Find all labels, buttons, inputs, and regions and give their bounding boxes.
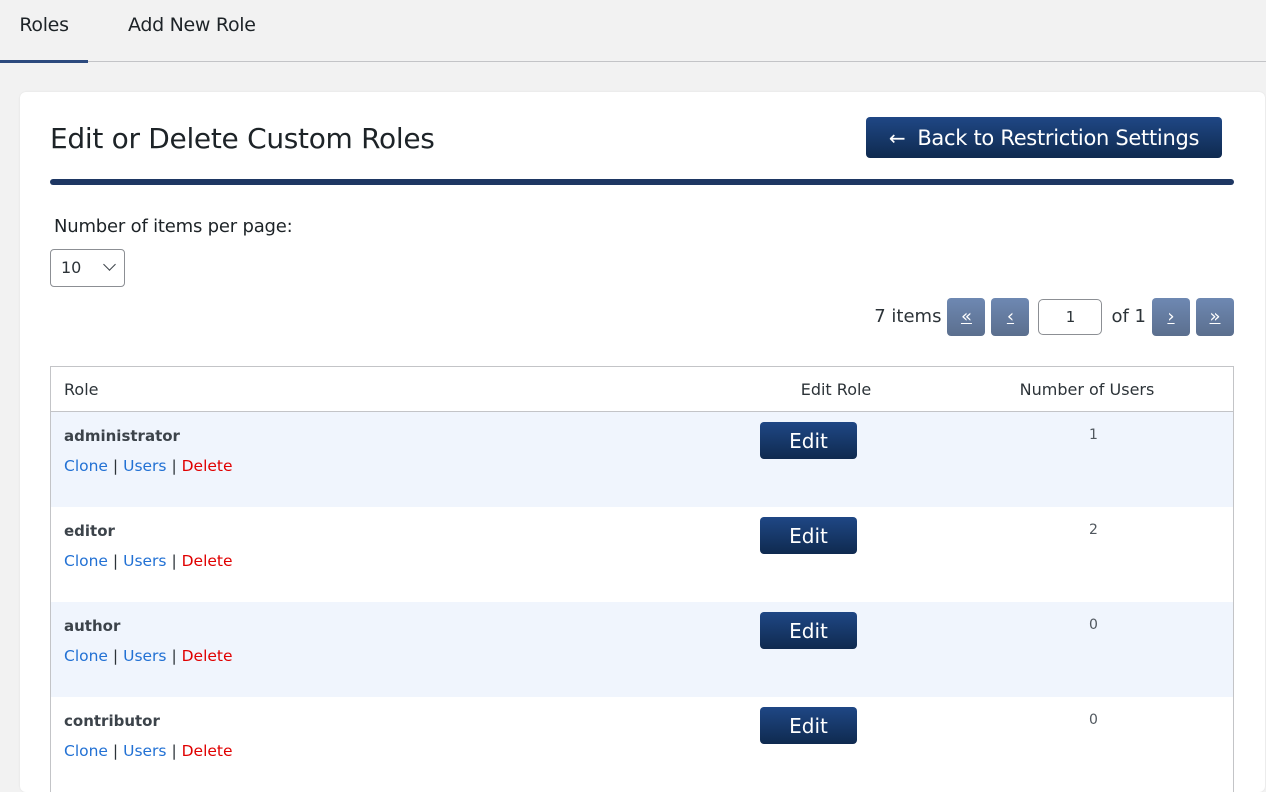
users-link[interactable]: Users <box>123 742 166 760</box>
tab-add-new-role[interactable]: Add New Role <box>128 0 256 62</box>
clone-link[interactable]: Clone <box>64 742 108 760</box>
current-page-input[interactable] <box>1038 298 1103 335</box>
delete-link[interactable]: Delete <box>182 742 233 760</box>
tab-bar: Roles Add New Role <box>0 0 1266 63</box>
role-name: contributor <box>64 712 160 730</box>
clone-link[interactable]: Clone <box>64 457 108 475</box>
separator: | <box>112 742 119 760</box>
separator: | <box>171 552 177 570</box>
table-row: contributor Clone | Users | Delete Edit … <box>51 697 1233 792</box>
number-of-users: 2 <box>1089 522 1098 538</box>
separator: | <box>112 552 119 570</box>
number-of-users: 1 <box>1089 427 1098 443</box>
edit-role-button[interactable]: Edit <box>760 517 857 554</box>
table-row: editor Clone | Users | Delete Edit 2 <box>51 507 1233 602</box>
role-name: editor <box>64 522 115 540</box>
clone-link[interactable]: Clone <box>64 647 108 665</box>
table-header: Role Edit Role Number of Users <box>51 367 1233 412</box>
edit-role-button[interactable]: Edit <box>760 707 857 744</box>
edit-role-button[interactable]: Edit <box>760 422 857 459</box>
separator: | <box>112 457 119 475</box>
roles-card: Edit or Delete Custom Roles ← Back to Re… <box>20 92 1265 792</box>
separator: | <box>171 457 177 475</box>
row-actions: Clone | Users | Delete <box>64 742 691 760</box>
table-row: administrator Clone | Users | Delete Edi… <box>51 412 1233 507</box>
delete-link[interactable]: Delete <box>182 457 233 475</box>
title-divider <box>50 179 1234 185</box>
back-button-label: Back to Restriction Settings <box>917 125 1200 150</box>
first-page-button[interactable]: « <box>947 297 986 336</box>
page-title: Edit or Delete Custom Roles <box>50 122 435 155</box>
role-name: author <box>64 617 121 635</box>
last-page-button[interactable]: » <box>1196 297 1234 336</box>
edit-role-button[interactable]: Edit <box>760 612 857 649</box>
roles-table: Role Edit Role Number of Users administr… <box>50 366 1234 792</box>
separator: | <box>171 742 177 760</box>
users-link[interactable]: Users <box>123 457 166 475</box>
previous-page-button[interactable]: ‹ <box>991 297 1030 336</box>
left-arrow-icon: ← <box>888 125 906 150</box>
delete-link[interactable]: Delete <box>182 552 233 570</box>
items-per-page-select[interactable]: 10 <box>50 249 125 287</box>
users-link[interactable]: Users <box>123 552 166 570</box>
row-actions: Clone | Users | Delete <box>64 552 691 570</box>
separator: | <box>112 647 119 665</box>
items-per-page-value: 10 <box>61 258 82 277</box>
delete-link[interactable]: Delete <box>182 647 233 665</box>
back-to-restriction-settings-button[interactable]: ← Back to Restriction Settings <box>866 117 1222 158</box>
next-page-button[interactable]: › <box>1152 297 1190 336</box>
table-row: author Clone | Users | Delete Edit 0 <box>51 602 1233 697</box>
pagination: 7 items « ‹ of 1 › » <box>874 297 1234 336</box>
column-header-role: Role <box>64 379 99 399</box>
column-header-number-of-users: Number of Users <box>1019 379 1155 399</box>
column-header-edit-role: Edit Role <box>800 379 872 399</box>
items-count: 7 items <box>874 306 942 327</box>
items-per-page-label: Number of items per page: <box>54 216 293 237</box>
users-link[interactable]: Users <box>123 647 166 665</box>
chevron-down-icon <box>103 258 116 271</box>
row-actions: Clone | Users | Delete <box>64 457 691 475</box>
separator: | <box>171 647 177 665</box>
number-of-users: 0 <box>1089 617 1098 633</box>
tab-roles[interactable]: Roles <box>0 0 88 63</box>
total-pages: of 1 <box>1111 306 1146 327</box>
number-of-users: 0 <box>1089 712 1098 728</box>
role-name: administrator <box>64 427 180 445</box>
clone-link[interactable]: Clone <box>64 552 108 570</box>
row-actions: Clone | Users | Delete <box>64 647 691 665</box>
